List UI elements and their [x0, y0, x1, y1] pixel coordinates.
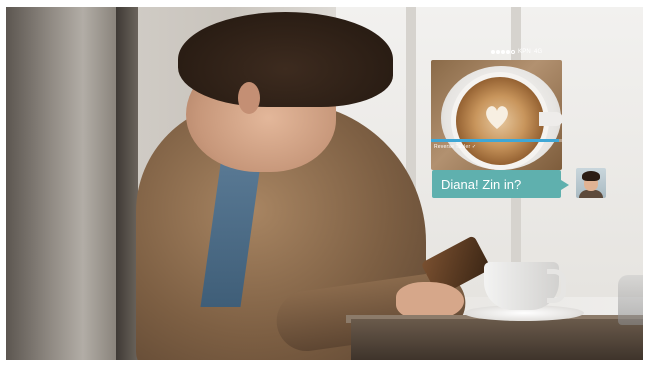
message-bubble[interactable]: Diana! Zin in?: [432, 170, 561, 198]
progress-track: [431, 139, 562, 142]
message-text: Diana! Zin in?: [441, 176, 522, 192]
progress-fill: [431, 139, 560, 142]
contact-avatar-icon[interactable]: [576, 168, 606, 198]
message-bubble-tail: [561, 180, 569, 190]
signal-dot: [496, 50, 500, 54]
person-ear: [238, 82, 260, 114]
carrier-name: KPN: [518, 49, 531, 55]
photo-caption: Reverse Tabler ✓: [434, 144, 477, 150]
coffee-cup-handle: [547, 269, 566, 303]
network-type: 4G: [533, 49, 543, 55]
signal-dot: [506, 50, 510, 54]
wall-column-edge: [116, 7, 138, 360]
table: [351, 319, 643, 360]
cup-handle-image: [539, 112, 562, 126]
wall-column: [6, 7, 116, 360]
status-bar: KPN 4G: [491, 47, 561, 57]
person-hair: [178, 12, 393, 107]
latte-heart-icon: [486, 106, 508, 129]
signal-strength-icon: [491, 50, 515, 54]
signal-dot: [491, 50, 495, 54]
photo-card[interactable]: Reverse Tabler ✓: [431, 60, 562, 170]
glass-jar: [618, 275, 643, 325]
signal-dot: [501, 50, 505, 54]
signal-dot: [511, 50, 515, 54]
